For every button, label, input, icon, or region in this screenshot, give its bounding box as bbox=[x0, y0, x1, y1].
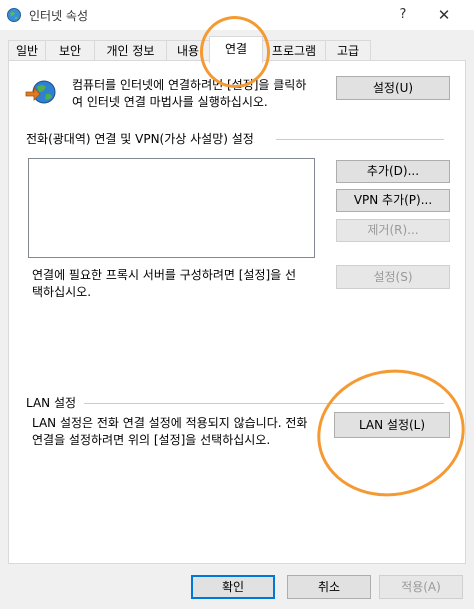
dialup-settings-button[interactable]: 설정(S) bbox=[336, 265, 450, 289]
connections-list[interactable] bbox=[28, 158, 315, 258]
apply-button[interactable]: 적용(A) bbox=[379, 575, 463, 599]
setup-button[interactable]: 설정(U) bbox=[336, 76, 450, 100]
proxy-text-line1: 연결에 필요한 프록시 서버를 구성하려면 [설정]을 선 bbox=[32, 268, 297, 282]
tab-advanced[interactable]: 고급 bbox=[325, 40, 371, 61]
tab-content[interactable]: 내용 bbox=[166, 40, 210, 61]
ok-button[interactable]: 확인 bbox=[191, 575, 275, 599]
setup-text-line1: 컴퓨터를 인터넷에 연결하려면 [설정]을 클릭하 bbox=[72, 78, 307, 92]
tab-general[interactable]: 일반 bbox=[8, 40, 46, 61]
lan-heading: LAN 설정 bbox=[26, 396, 77, 410]
lan-text-line2: 연결을 설정하려면 위의 [설정]을 선택하십시오. bbox=[32, 433, 271, 447]
setup-text-line2: 여 인터넷 연결 마법사를 실행하십시오. bbox=[72, 95, 268, 109]
cancel-button[interactable]: 취소 bbox=[287, 575, 371, 599]
proxy-text-line2: 택하십시오. bbox=[32, 285, 92, 299]
internet-options-icon bbox=[7, 8, 21, 22]
lan-settings-button[interactable]: LAN 설정(L) bbox=[334, 412, 450, 438]
add-vpn-button[interactable]: VPN 추가(P)... bbox=[336, 189, 450, 212]
remove-button[interactable]: 제거(R)... bbox=[336, 219, 450, 242]
tab-privacy[interactable]: 개인 정보 bbox=[94, 40, 167, 61]
help-button[interactable]: ? bbox=[391, 4, 415, 26]
close-button[interactable]: ✕ bbox=[431, 4, 457, 26]
add-button[interactable]: 추가(D)... bbox=[336, 160, 450, 183]
tab-programs[interactable]: 프로그램 bbox=[262, 40, 326, 61]
tab-connections[interactable]: 연결 bbox=[209, 36, 263, 63]
lan-divider bbox=[84, 403, 444, 404]
dialup-divider bbox=[276, 139, 444, 140]
connection-wizard-icon bbox=[25, 80, 56, 104]
dialup-heading: 전화(광대역) 연결 및 VPN(가상 사설망) 설정 bbox=[26, 132, 254, 146]
tab-security[interactable]: 보안 bbox=[45, 40, 95, 61]
window-title: 인터넷 속성 bbox=[29, 9, 89, 23]
lan-text-line1: LAN 설정은 전화 연결 설정에 적용되지 않습니다. 전화 bbox=[32, 416, 308, 430]
